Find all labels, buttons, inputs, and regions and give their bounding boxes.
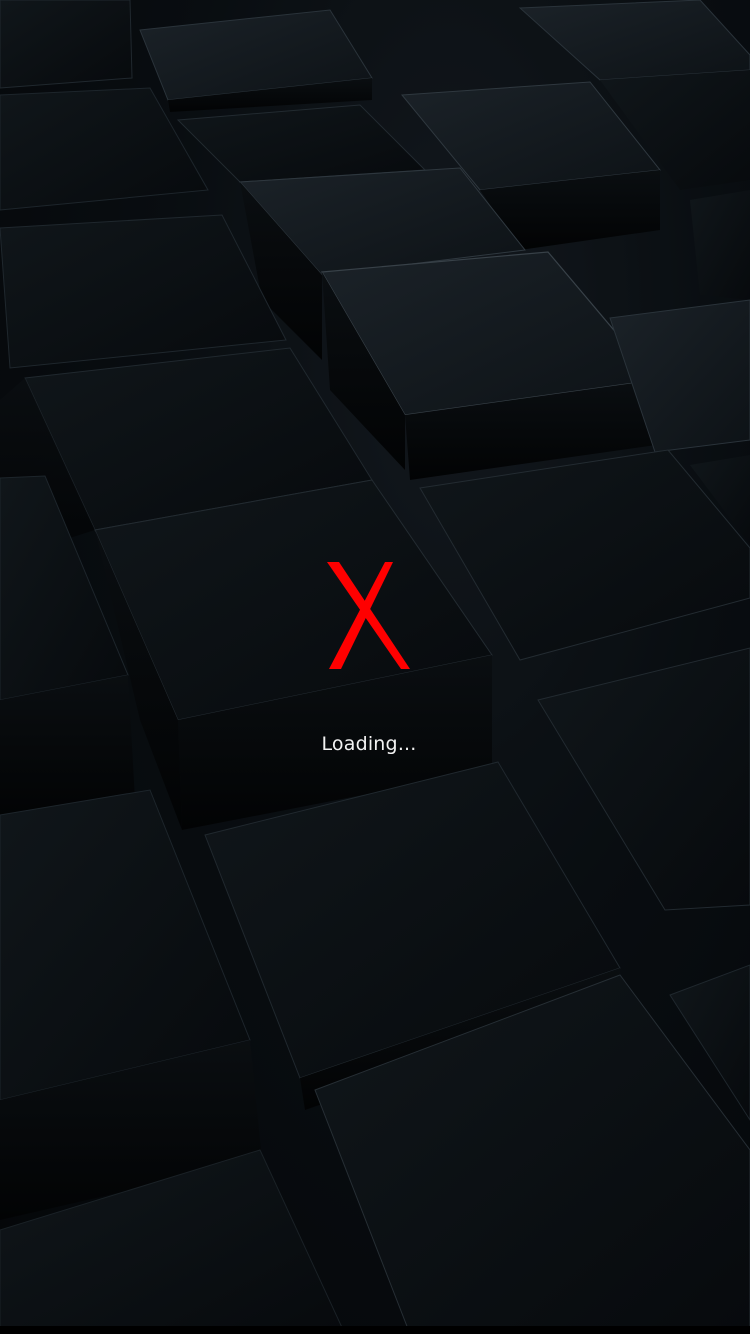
splash-screen: Loading... <box>0 0 750 1334</box>
loading-text: Loading... <box>321 733 417 755</box>
red-x-logo-icon <box>327 562 410 669</box>
splash-content: Loading... <box>0 540 750 780</box>
bottom-edge <box>0 1326 750 1334</box>
